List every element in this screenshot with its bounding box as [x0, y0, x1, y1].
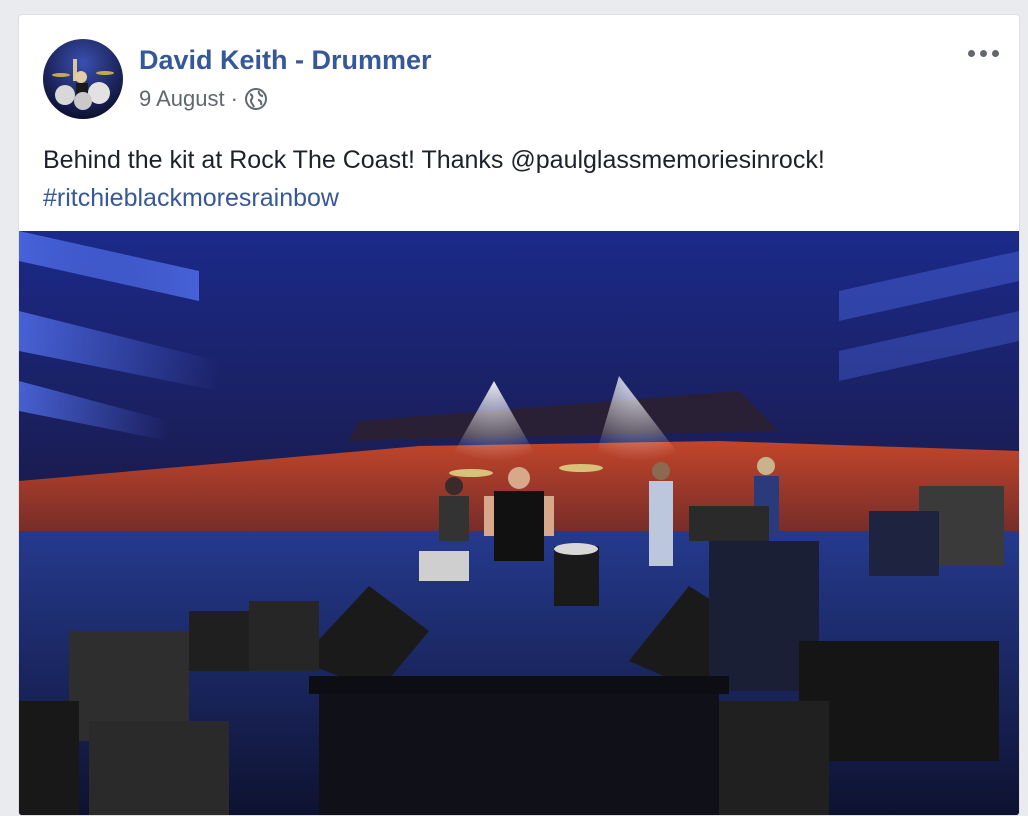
- author-avatar[interactable]: [43, 39, 123, 119]
- post-card: David Keith - Drummer 9 August · Behind …: [18, 14, 1020, 816]
- post-photo[interactable]: [19, 231, 1019, 815]
- meta-separator: ·: [230, 86, 238, 111]
- author-name[interactable]: David Keith - Drummer: [139, 45, 432, 76]
- post-body: Behind the kit at Rock The Coast! Thanks…: [43, 146, 825, 174]
- post-meta: 9 August ·: [139, 86, 268, 112]
- globe-icon[interactable]: [244, 87, 268, 111]
- more-options-icon[interactable]: [963, 41, 1003, 65]
- post-date[interactable]: 9 August: [139, 86, 225, 112]
- post-text: Behind the kit at Rock The Coast! Thanks…: [43, 141, 1003, 217]
- hashtag-link[interactable]: #ritchieblackmoresrainbow: [43, 179, 1003, 217]
